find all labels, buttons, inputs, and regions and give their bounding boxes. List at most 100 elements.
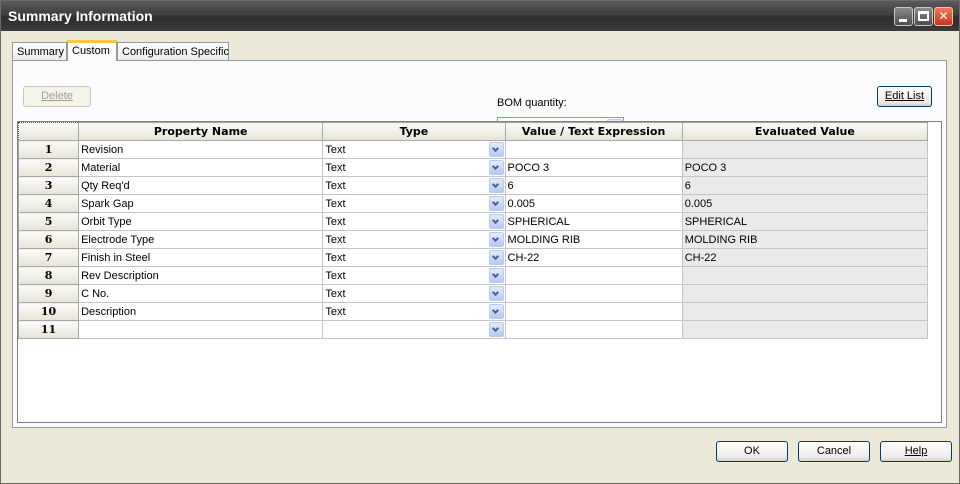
row-header[interactable]: 2 [17, 158, 80, 177]
table-row[interactable]: 6 Electrode Type Text MOLDING RIB MOLDING RI… [17, 230, 929, 249]
tab-summary[interactable]: Summary [12, 42, 67, 60]
type-dropdown-arrow[interactable] [488, 304, 504, 319]
type-dropdown-arrow[interactable] [488, 286, 504, 301]
column-header-property-name[interactable]: Property Name [78, 122, 324, 141]
table-row[interactable]: 2 Material Text POCO 3 POCO 3 [17, 158, 929, 177]
type-cell[interactable]: Text [322, 140, 506, 159]
type-dropdown-arrow[interactable] [488, 214, 504, 229]
type-dropdown-arrow[interactable] [488, 232, 504, 247]
delete-button-label: Delete [41, 90, 73, 102]
type-dropdown-arrow[interactable] [488, 160, 504, 175]
minimize-icon [899, 19, 907, 22]
type-cell[interactable]: Text [322, 248, 506, 267]
table-row[interactable]: 11 [17, 320, 929, 339]
table-row[interactable]: 4 Spark Gap Text 0.005 0.005 [17, 194, 929, 213]
value-cell[interactable]: MOLDING RIB [504, 230, 683, 249]
type-cell[interactable]: Text [322, 284, 506, 303]
row-header[interactable]: 7 [17, 248, 80, 267]
row-header[interactable]: 10 [17, 302, 80, 321]
edit-list-button-label: Edit List [884, 90, 925, 102]
chevron-down-icon [491, 306, 499, 315]
type-cell-value: Text [325, 179, 346, 192]
column-header-type[interactable]: Type [322, 122, 506, 141]
value-cell[interactable]: CH-22 [504, 248, 683, 267]
table-row[interactable]: 3 Qty Req'd Text 6 6 [17, 176, 929, 195]
type-cell[interactable]: Text [322, 266, 506, 285]
chevron-down-icon [491, 198, 499, 207]
type-dropdown-arrow[interactable] [488, 250, 504, 265]
table-row[interactable]: 1 Revision Text [17, 140, 929, 159]
row-header[interactable]: 8 [17, 266, 80, 285]
type-cell[interactable]: Text [322, 212, 506, 231]
help-button[interactable]: Help [880, 441, 952, 462]
chevron-down-icon [491, 324, 499, 333]
cancel-button[interactable]: Cancel [798, 441, 870, 462]
property-name-cell[interactable]: Material [78, 158, 324, 177]
custom-properties-grid[interactable]: Property Name Type Value / Text Expressi… [17, 121, 942, 423]
property-name-cell[interactable]: Revision [78, 140, 324, 159]
value-cell[interactable] [504, 140, 683, 159]
type-dropdown-arrow[interactable] [488, 196, 504, 211]
table-row[interactable]: 10 Description Text [17, 302, 929, 321]
tab-configuration-specific[interactable]: Configuration Specific [117, 42, 229, 60]
window-title: Summary Information [8, 8, 153, 24]
column-header-evaluated-value[interactable]: Evaluated Value [681, 122, 929, 141]
property-name-cell[interactable]: C No. [78, 284, 324, 303]
type-dropdown-arrow[interactable] [488, 322, 504, 337]
type-cell[interactable]: Text [322, 176, 506, 195]
close-button[interactable]: ✕ [934, 7, 953, 26]
ok-button[interactable]: OK [716, 441, 788, 462]
row-header[interactable]: 4 [17, 194, 80, 213]
delete-button[interactable]: Delete [23, 86, 91, 107]
tab-custom[interactable]: Custom [67, 40, 117, 61]
table-row[interactable]: 9C No. Text [17, 284, 929, 303]
type-cell[interactable]: Text [322, 230, 506, 249]
type-cell[interactable]: Text [322, 194, 506, 213]
row-header[interactable]: 1 [17, 140, 80, 159]
property-name-cell[interactable]: Spark Gap [78, 194, 324, 213]
type-cell[interactable]: Text [322, 158, 506, 177]
property-name-cell[interactable]: Description [78, 302, 324, 321]
title-bar[interactable]: Summary Information ✕ [1, 1, 959, 31]
type-dropdown-arrow[interactable] [488, 142, 504, 157]
row-header[interactable]: 9 [17, 284, 80, 303]
value-cell[interactable] [504, 320, 683, 339]
edit-list-button[interactable]: Edit List [877, 86, 932, 107]
table-row[interactable]: 7 Finish in Steel Text CH-22 CH-22 [17, 248, 929, 267]
close-icon: ✕ [938, 9, 949, 23]
evaluated-value-cell [681, 302, 929, 321]
evaluated-value-cell [681, 284, 929, 303]
property-name-cell[interactable]: Rev Description [78, 266, 324, 285]
value-cell[interactable] [504, 284, 683, 303]
value-cell[interactable]: 0.005 [504, 194, 683, 213]
property-name-cell[interactable] [78, 320, 324, 339]
property-name-cell[interactable]: Qty Req'd [78, 176, 324, 195]
type-cell[interactable]: Text [322, 302, 506, 321]
row-header[interactable]: 6 [17, 230, 80, 249]
evaluated-value-cell [681, 140, 929, 159]
evaluated-value-cell: 0.005 [681, 194, 929, 213]
property-name-cell[interactable]: Electrode Type [78, 230, 324, 249]
type-dropdown-arrow[interactable] [488, 178, 504, 193]
property-name-cell[interactable]: Finish in Steel [78, 248, 324, 267]
table-row[interactable]: 5 Orbit Type Text SPHERICAL SPHERICAL [17, 212, 929, 231]
row-header[interactable]: 11 [17, 320, 80, 339]
type-cell[interactable] [322, 320, 506, 339]
row-header[interactable]: 3 [17, 176, 80, 195]
minimize-button[interactable] [894, 7, 913, 26]
value-cell[interactable]: POCO 3 [504, 158, 683, 177]
table-row[interactable]: 8 Rev Description Text [17, 266, 929, 285]
select-all-corner[interactable] [17, 122, 80, 141]
column-header-value[interactable]: Value / Text Expression [504, 122, 683, 141]
row-header[interactable]: 5 [17, 212, 80, 231]
property-name-cell[interactable]: Orbit Type [78, 212, 324, 231]
help-button-label: Help [904, 445, 928, 457]
value-cell[interactable] [504, 266, 683, 285]
type-dropdown-arrow[interactable] [488, 268, 504, 283]
value-cell[interactable]: 6 [504, 176, 683, 195]
maximize-button[interactable] [914, 7, 933, 26]
value-cell[interactable] [504, 302, 683, 321]
value-cell[interactable]: SPHERICAL [504, 212, 683, 231]
chevron-down-icon [491, 288, 499, 297]
cancel-button-label: Cancel [816, 445, 852, 457]
